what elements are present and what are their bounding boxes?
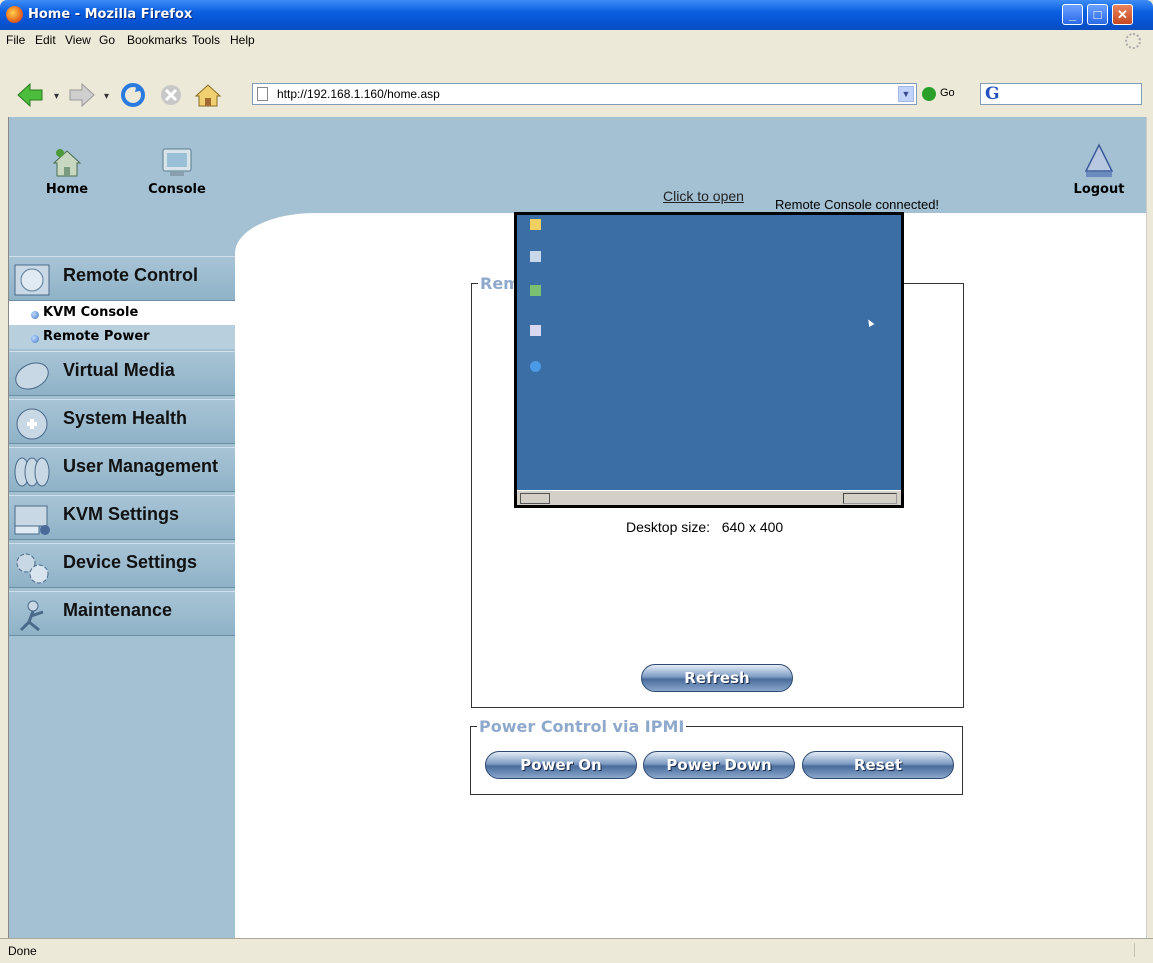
console-nav-label: Console [148, 182, 206, 197]
menu-tools[interactable]: Tools [192, 33, 220, 47]
menu-system-health[interactable]: System Health [9, 399, 235, 444]
forward-icon[interactable] [69, 82, 95, 108]
menu-remote-control-label: Remote Control [63, 265, 198, 285]
maximize-button[interactable]: □ [1087, 4, 1108, 25]
stop-icon[interactable] [161, 85, 181, 105]
system-tray-icon [843, 493, 897, 504]
bullet-icon [31, 335, 39, 343]
menu-kvm-console-label: KVM Console [43, 305, 139, 320]
menu-view[interactable]: View [65, 33, 91, 47]
system-health-icon [16, 408, 48, 440]
console-nav-link[interactable]: Console [139, 145, 215, 197]
home-icon[interactable] [194, 84, 222, 107]
reset-button[interactable]: Reset [802, 751, 954, 779]
status-text: Done [8, 944, 37, 958]
device-settings-icon [16, 553, 49, 584]
menu-system-health-label: System Health [63, 408, 188, 428]
menu-kvm-settings[interactable]: KVM Settings [9, 495, 235, 540]
url-bar[interactable]: http://192.168.1.160/home.asp ▼ [252, 83, 917, 105]
close-button[interactable]: ✕ [1112, 4, 1133, 25]
menu-edit[interactable]: Edit [35, 33, 56, 47]
internet-explorer-icon [525, 361, 545, 372]
resize-grip-icon[interactable] [1134, 943, 1149, 957]
network-places-icon [525, 285, 545, 296]
desktop-size-value: 640 x 400 [721, 519, 784, 535]
menu-user-management[interactable]: User Management [9, 447, 235, 492]
menu-maintenance[interactable]: Maintenance [9, 591, 235, 636]
menu-device-settings-label: Device Settings [63, 552, 198, 572]
menu-kvm-console[interactable]: KVM Console [9, 301, 235, 325]
menu-maintenance-label: Maintenance [63, 600, 173, 620]
search-input[interactable]: G [980, 83, 1142, 105]
connection-status: Remote Console connected! [775, 197, 940, 212]
go-icon [922, 87, 936, 101]
menu-go[interactable]: Go [99, 33, 115, 47]
logout-label: Logout [1073, 182, 1125, 197]
power-on-button[interactable]: Power On [485, 751, 637, 779]
logout-link[interactable]: Logout [1067, 143, 1131, 197]
nav-buttons: ▾ ▾ [17, 82, 222, 108]
page-icon [257, 87, 268, 101]
menu-virtual-media-label: Virtual Media [63, 360, 175, 380]
url-dropdown-icon[interactable]: ▼ [898, 86, 914, 102]
throbber-icon [1125, 33, 1141, 49]
user-management-icon [14, 457, 50, 487]
menu-device-settings[interactable]: Device Settings [9, 543, 235, 588]
power-legend: Power Control via IPMI [477, 717, 687, 736]
console-nav-icon [162, 148, 192, 176]
maintenance-icon [19, 600, 44, 632]
logout-icon [1084, 143, 1114, 177]
menu-file[interactable]: File [6, 33, 25, 47]
start-button-icon [520, 493, 550, 504]
kvm-settings-icon [14, 505, 50, 535]
power-down-button[interactable]: Power Down [643, 751, 795, 779]
svg-text:▾: ▾ [54, 91, 59, 102]
recycle-bin-icon [525, 325, 545, 336]
url-text: http://192.168.1.160/home.asp [277, 87, 440, 101]
mouse-cursor-icon [865, 317, 875, 328]
desktop-taskbar [517, 490, 901, 505]
menu-remote-power-label: Remote Power [43, 329, 150, 344]
home-nav-link[interactable]: Home [39, 145, 95, 197]
my-documents-icon [525, 219, 545, 230]
click-to-open-link[interactable]: Click to open [663, 188, 744, 204]
search-engine-logo: G [985, 84, 1000, 104]
title-bar: Home - Mozilla Firefox _ □ ✕ [0, 0, 1153, 30]
menu-bar: File Edit View Go Bookmarks Tools Help [4, 30, 1149, 50]
minimize-button[interactable]: _ [1062, 4, 1083, 25]
console-preview-image[interactable] [514, 212, 904, 508]
refresh-button[interactable]: Refresh [641, 664, 793, 692]
menu-remote-power[interactable]: Remote Power [9, 325, 235, 349]
menu-kvm-settings-label: KVM Settings [63, 504, 180, 524]
menu-user-management-label: User Management [63, 456, 219, 476]
menu-virtual-media[interactable]: Virtual Media [9, 351, 235, 396]
home-nav-label: Home [45, 182, 89, 197]
status-bar: Done [0, 938, 1153, 963]
svg-text:▾: ▾ [104, 91, 109, 102]
menu-remote-control[interactable]: Remote Control [9, 256, 235, 301]
my-computer-icon [525, 251, 545, 262]
menu-help[interactable]: Help [230, 33, 255, 47]
window-title: Home - Mozilla Firefox [28, 7, 193, 22]
remote-control-icon [14, 264, 50, 296]
virtual-media-icon [15, 362, 49, 390]
back-icon[interactable] [17, 82, 43, 108]
desktop-size-label: Desktop size: [626, 519, 711, 535]
content-curve [235, 213, 395, 293]
reload-icon[interactable] [121, 83, 145, 107]
browser-window: Home - Mozilla Firefox _ □ ✕ File Edit V… [0, 0, 1153, 963]
menu-bookmarks[interactable]: Bookmarks [127, 33, 187, 47]
go-label: Go [940, 87, 955, 99]
home-nav-icon [52, 149, 82, 177]
firefox-icon [6, 6, 23, 23]
desktop-size: Desktop size: 640 x 400 [626, 519, 783, 535]
bullet-icon [31, 311, 39, 319]
